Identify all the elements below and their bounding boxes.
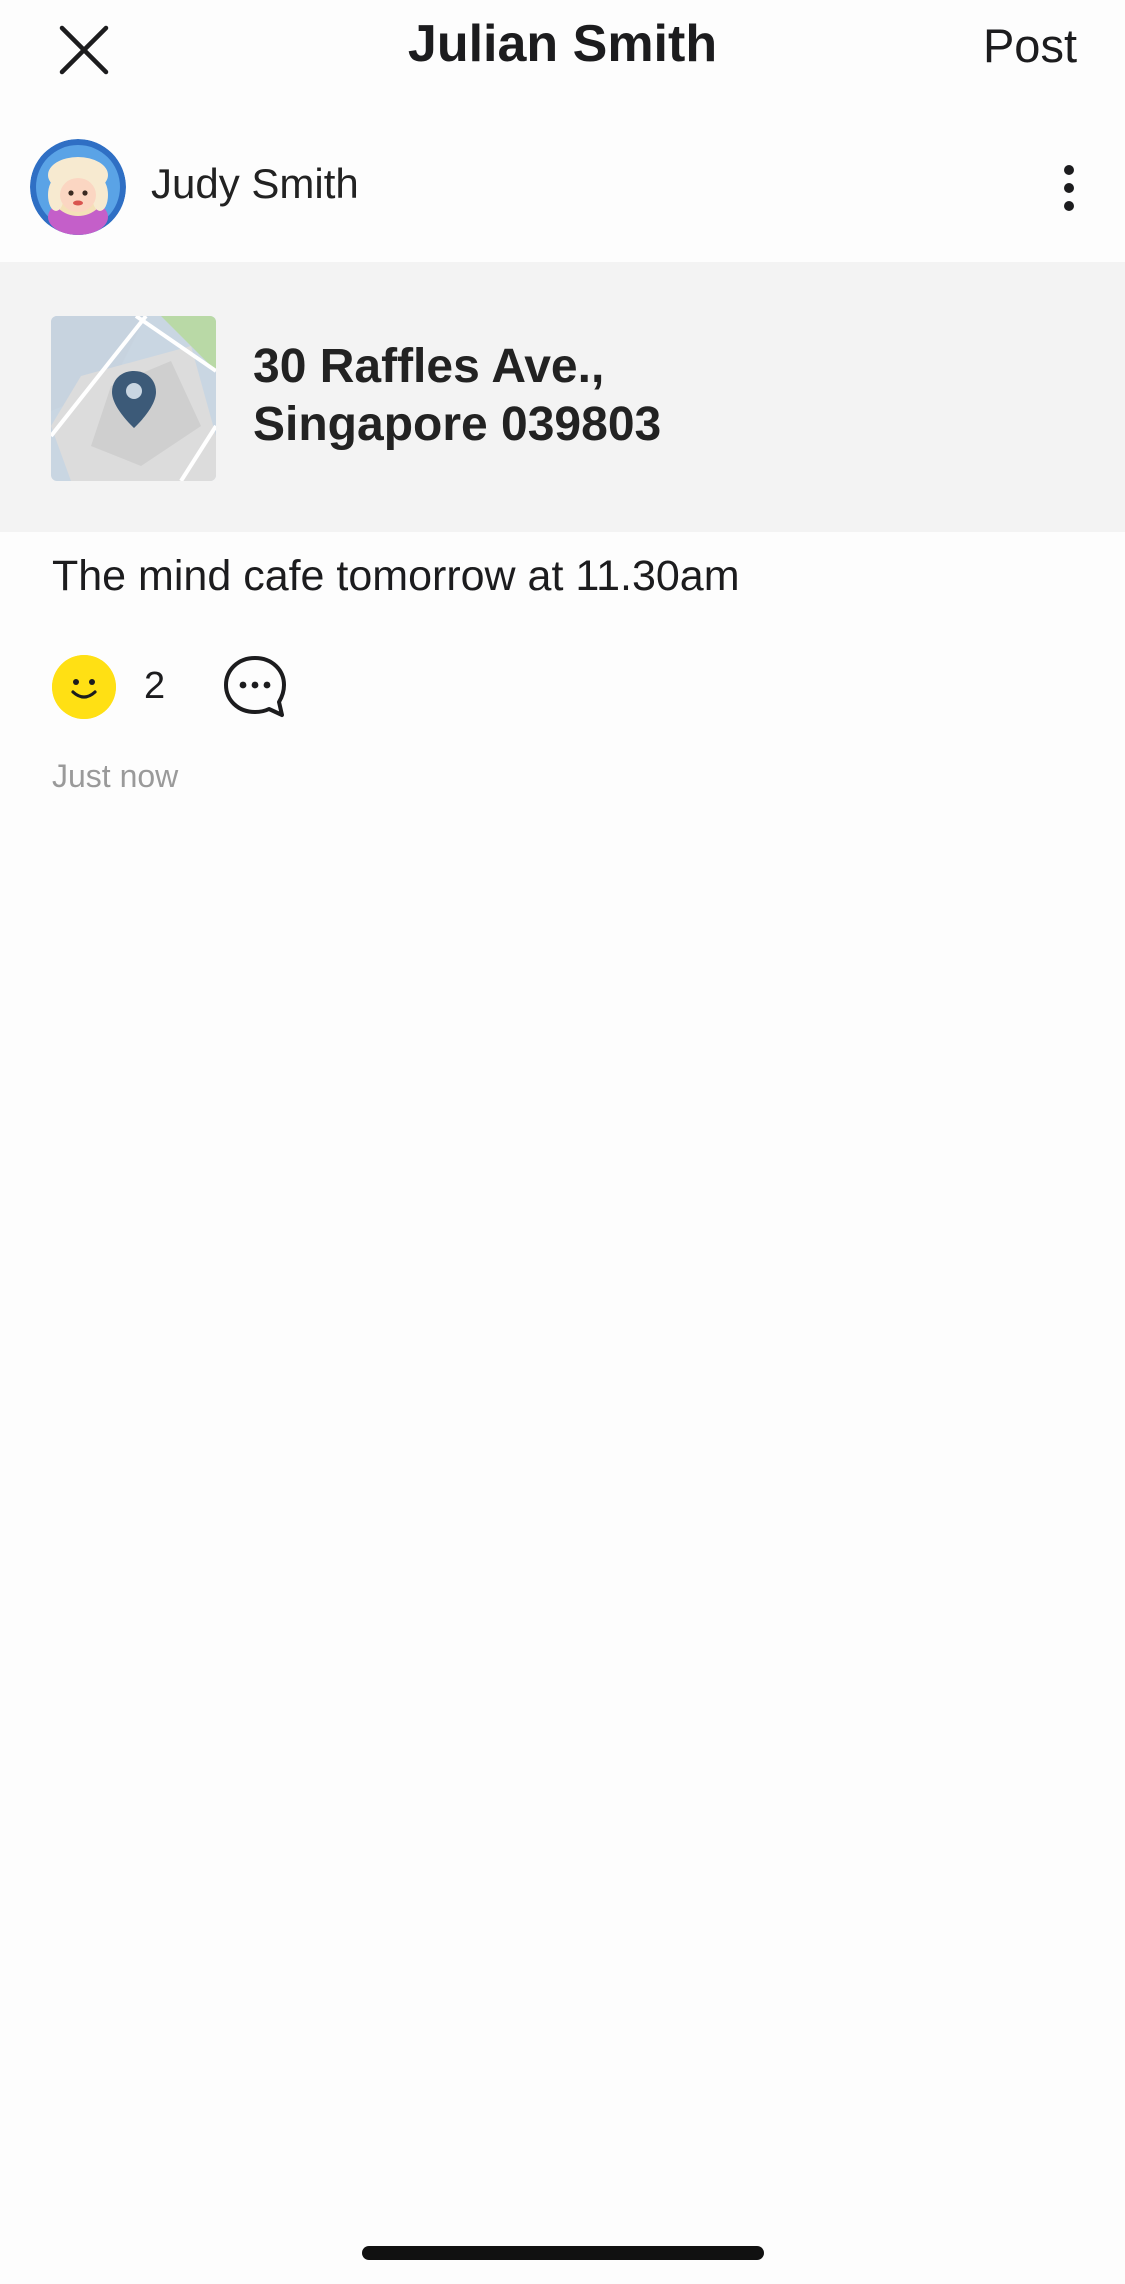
vertical-ellipsis-icon[interactable] [1049, 160, 1089, 216]
post-timestamp: Just now [52, 758, 179, 794]
avatar[interactable] [30, 139, 126, 235]
address-line-1: 30 Raffles Ave., [253, 340, 605, 393]
header: Julian Smith Post [0, 0, 1125, 105]
author-row: Judy Smith [0, 130, 1125, 242]
address-line-2: Singapore 039803 [253, 398, 662, 451]
location-card[interactable]: 30 Raffles Ave., Singapore 039803 [0, 262, 1125, 532]
smiley-icon[interactable] [52, 655, 116, 719]
post-text: The mind cafe tomorrow at 11.30am [52, 552, 740, 600]
post-actions: 2 [52, 655, 452, 723]
post-button[interactable]: Post [983, 18, 1077, 73]
home-indicator[interactable] [362, 2246, 764, 2260]
reaction-count: 2 [144, 665, 166, 707]
location-address: 30 Raffles Ave., Singapore 039803 [253, 338, 661, 454]
post-detail-screen: Julian Smith Post Judy Smith 30 Raffles … [0, 0, 1125, 2284]
map-pin-icon [112, 371, 156, 428]
map-thumbnail [51, 316, 216, 481]
author-name[interactable]: Judy Smith [151, 160, 359, 208]
comment-bubble-icon[interactable] [220, 652, 290, 722]
page-title: Julian Smith [407, 15, 718, 73]
